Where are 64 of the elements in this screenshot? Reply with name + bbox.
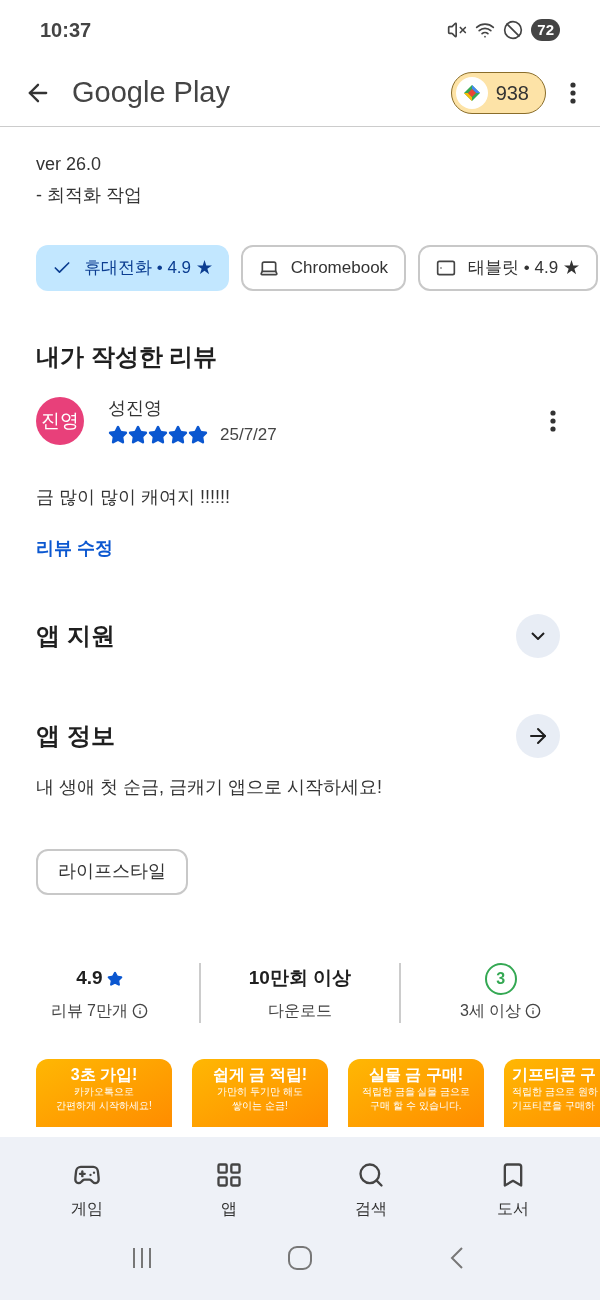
info-icon xyxy=(525,1002,542,1019)
avatar: 진영 xyxy=(36,397,84,446)
star-icon xyxy=(108,424,128,445)
stat-label: 리뷰 7만개 xyxy=(50,1000,128,1021)
home-button[interactable] xyxy=(287,1245,313,1271)
more-button[interactable] xyxy=(550,410,556,433)
tablet-icon xyxy=(436,258,457,278)
star-icon xyxy=(188,424,208,445)
search-icon xyxy=(357,1161,385,1189)
stat-label: 다운로드 xyxy=(268,1000,332,1021)
nav-tab[interactable]: 앱 xyxy=(189,1161,269,1221)
screenshot-caption: 적립한 금을 실물 금으로 xyxy=(361,1084,471,1099)
points-button[interactable]: 938 xyxy=(450,72,546,114)
review-date: 25/7/27 xyxy=(220,424,277,446)
section-title: 앱 지원 xyxy=(36,620,115,651)
screenshot-caption: 카카오톡으로 xyxy=(74,1084,134,1099)
more-icon xyxy=(570,82,576,104)
section-heading: 내가 작성한 리뷰 xyxy=(36,342,219,372)
device-chip[interactable]: 휴대전화 • 4.9 ★ xyxy=(36,245,229,291)
mute-icon xyxy=(447,20,468,40)
points-logo-icon xyxy=(455,77,488,109)
battery-indicator: 72 xyxy=(531,18,560,42)
nav-tab[interactable]: 게임 xyxy=(47,1161,127,1221)
section-title: 앱 정보 xyxy=(36,720,115,751)
device-chip[interactable]: Chromebook xyxy=(240,245,407,291)
stat-value: 10만회 이상 xyxy=(248,966,352,991)
category-tag[interactable]: 라이프스타일 xyxy=(36,848,188,895)
wifi-icon xyxy=(475,20,496,40)
chevron-down-icon xyxy=(531,631,545,640)
screenshot-caption: 쌓이는 순금! xyxy=(232,1098,288,1113)
app-description: 내 생애 첫 순금, 금캐기 앱으로 시작하세요! xyxy=(36,775,383,799)
screenshot-title: 3초 가입! xyxy=(70,1064,138,1085)
screenshot-title: 실물 금 구매! xyxy=(368,1064,464,1085)
screenshot-caption: 적립한 금으로 원하 xyxy=(512,1084,598,1099)
screenshot-caption: 간편하게 시작하세요! xyxy=(56,1098,152,1113)
open-button[interactable] xyxy=(516,713,560,758)
screenshot-caption: 구매 할 수 있습니다. xyxy=(370,1098,462,1113)
screenshot-title: 쉽게 금 적립! xyxy=(212,1064,308,1085)
laptop-icon xyxy=(258,258,279,278)
edit-review-link[interactable]: 리뷰 수정 xyxy=(36,534,564,562)
release-notes: - 최적화 작업 xyxy=(36,184,143,207)
version-text: ver 26.0 xyxy=(36,153,103,176)
stat-value: 4.9 xyxy=(76,966,103,991)
nav-tab[interactable]: 도서 xyxy=(473,1161,553,1221)
star-icon xyxy=(106,970,123,987)
clock: 10:37 xyxy=(40,18,92,43)
block-icon xyxy=(503,20,524,40)
grid-icon xyxy=(215,1161,243,1189)
screenshot-caption: 기프티콘을 구매하 xyxy=(512,1098,595,1113)
more-icon xyxy=(550,410,556,433)
age-rating-badge: 3 xyxy=(484,962,517,995)
stat-label: 3세 이상 xyxy=(460,1000,522,1021)
more-button[interactable] xyxy=(570,82,576,104)
star-icon xyxy=(128,424,148,445)
review-text: 금 많이 많이 캐여지 !!!!!! xyxy=(36,485,231,509)
nav-tab[interactable]: 검색 xyxy=(331,1161,411,1221)
screenshot-title: 기프티콘 구 xyxy=(512,1064,597,1085)
info-icon xyxy=(132,1002,148,1019)
star-icon xyxy=(168,424,188,445)
screenshot-caption: 가만히 두기만 해도 xyxy=(217,1084,303,1099)
app-title: Google Play xyxy=(72,75,231,111)
star-icon xyxy=(148,424,168,445)
reviewer-name: 성진영 xyxy=(108,397,163,420)
device-chip[interactable]: 태블릿 • 4.9 ★ xyxy=(418,245,598,291)
